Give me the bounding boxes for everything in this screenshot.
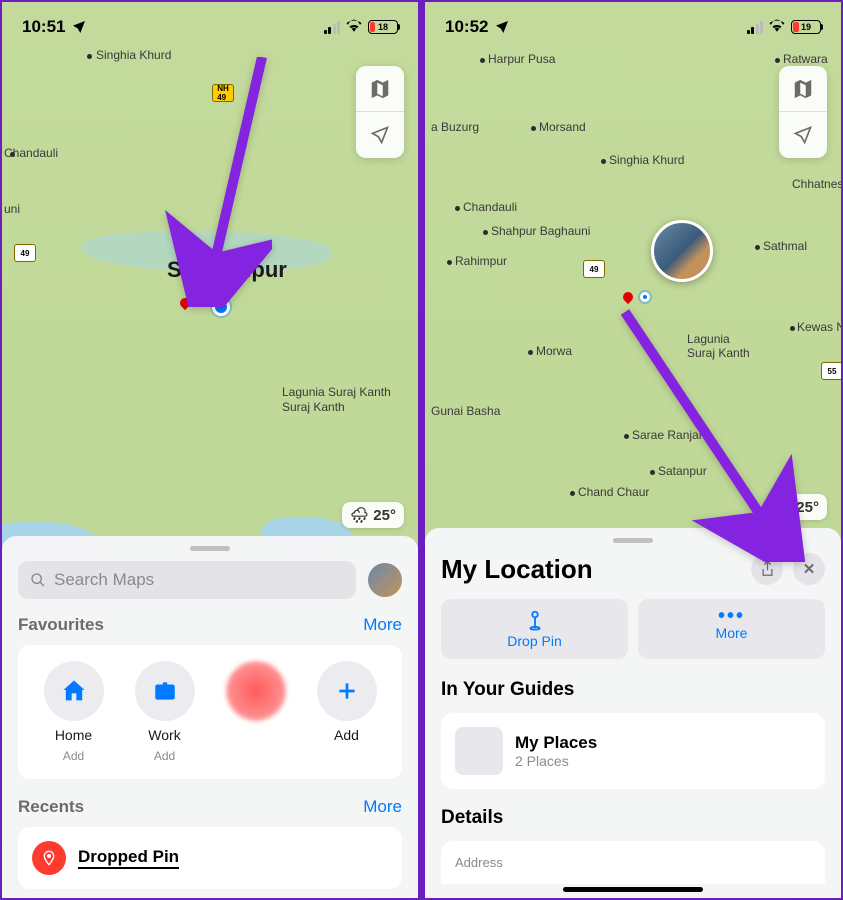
town-label: Gunai Basha: [431, 404, 500, 418]
map-controls: [779, 66, 827, 158]
recents-heading: Recents: [18, 797, 84, 817]
annotation-arrow: [142, 57, 272, 312]
wifi-icon: [768, 18, 786, 37]
status-bar: 10:51 18: [2, 2, 418, 52]
user-location-avatar[interactable]: [651, 220, 713, 282]
map-style-button[interactable]: [356, 66, 404, 112]
town-label: Ratwara: [783, 52, 828, 66]
favourites-heading: Favourites: [18, 615, 104, 635]
signal-icon: [747, 21, 764, 34]
locate-button[interactable]: [779, 112, 827, 158]
details-heading: Details: [441, 807, 825, 829]
more-button[interactable]: ••• More: [638, 599, 825, 659]
town-label: Harpur Pusa: [488, 52, 555, 66]
pin-icon: [524, 609, 546, 631]
bottom-sheet[interactable]: Search Maps Favourites More Home Add Wor…: [2, 536, 418, 898]
guide-subtitle: 2 Places: [515, 753, 597, 769]
fav-work[interactable]: Work Add: [127, 661, 202, 763]
home-icon: [60, 677, 88, 705]
wifi-icon: [345, 18, 363, 37]
briefcase-icon: [152, 678, 178, 704]
status-bar: 10:52 19: [425, 2, 841, 52]
phone-right: 10:52 19 Harpur Pusa Ratwara a Buzurg Mo…: [423, 0, 843, 900]
more-icon: •••: [718, 609, 745, 623]
highway-shield: 49: [14, 244, 36, 262]
fav-add[interactable]: Add: [309, 661, 384, 763]
fav-redacted[interactable]: [218, 661, 293, 763]
favourites-more-link[interactable]: More: [363, 615, 402, 635]
town-label: Lagunia Suraj Kanth: [282, 385, 391, 399]
drop-pin-button[interactable]: Drop Pin: [441, 599, 628, 659]
town-label: Suraj Kanth: [282, 400, 345, 414]
battery-icon: 18: [368, 20, 398, 34]
sheet-title: My Location: [441, 554, 593, 585]
town-label: Morsand: [539, 120, 586, 134]
highway-shield: 55: [821, 362, 843, 380]
guide-thumbnail: [455, 727, 503, 775]
status-time: 10:52: [445, 17, 488, 37]
town-label: Sathmal: [763, 239, 807, 253]
recent-item[interactable]: Dropped Pin: [18, 827, 402, 889]
phone-left: 10:51 18 Singhia Khurd Chandauli Lagunia…: [0, 0, 420, 900]
guide-name: My Places: [515, 733, 597, 753]
search-input[interactable]: Search Maps: [18, 561, 356, 599]
bottom-sheet[interactable]: My Location ✕ Drop Pin ••• More In Your …: [425, 528, 841, 898]
favourites-card: Home Add Work Add Add: [18, 645, 402, 779]
town-label: Chhatnesh: [792, 177, 843, 191]
home-indicator[interactable]: [563, 887, 703, 892]
guide-item[interactable]: My Places 2 Places: [441, 713, 825, 789]
status-time: 10:51: [22, 17, 65, 37]
town-label: Rahimpur: [455, 254, 507, 268]
highway-shield: 49: [583, 260, 605, 278]
signal-icon: [324, 21, 341, 34]
pin-icon: [32, 841, 66, 875]
guides-heading: In Your Guides: [441, 679, 825, 701]
locate-button[interactable]: [356, 112, 404, 158]
plus-icon: [334, 678, 360, 704]
town-label: a Buzurg: [431, 120, 479, 134]
town-label: uni: [4, 202, 20, 216]
address-label: Address: [455, 855, 811, 870]
town-label: Morwa: [536, 344, 572, 358]
town-label: Chandauli: [4, 146, 58, 160]
details-card: Address: [441, 841, 825, 884]
annotation-arrow: [615, 302, 805, 567]
map-controls: [356, 66, 404, 158]
town-label: Shahpur Baghauni: [491, 224, 590, 238]
profile-avatar[interactable]: [368, 563, 402, 597]
recents-more-link[interactable]: More: [363, 797, 402, 817]
weather-badge[interactable]: 🌧 25°: [342, 502, 404, 528]
search-icon: [30, 572, 46, 588]
map-style-button[interactable]: [779, 66, 827, 112]
fav-home[interactable]: Home Add: [36, 661, 111, 763]
battery-icon: 19: [791, 20, 821, 34]
location-arrow-icon: [494, 19, 510, 35]
town-label: Chandauli: [463, 200, 517, 214]
sheet-grabber[interactable]: [190, 546, 230, 551]
current-location-dot[interactable]: [640, 292, 650, 302]
town-label: Singhia Khurd: [609, 153, 684, 167]
location-arrow-icon: [71, 19, 87, 35]
